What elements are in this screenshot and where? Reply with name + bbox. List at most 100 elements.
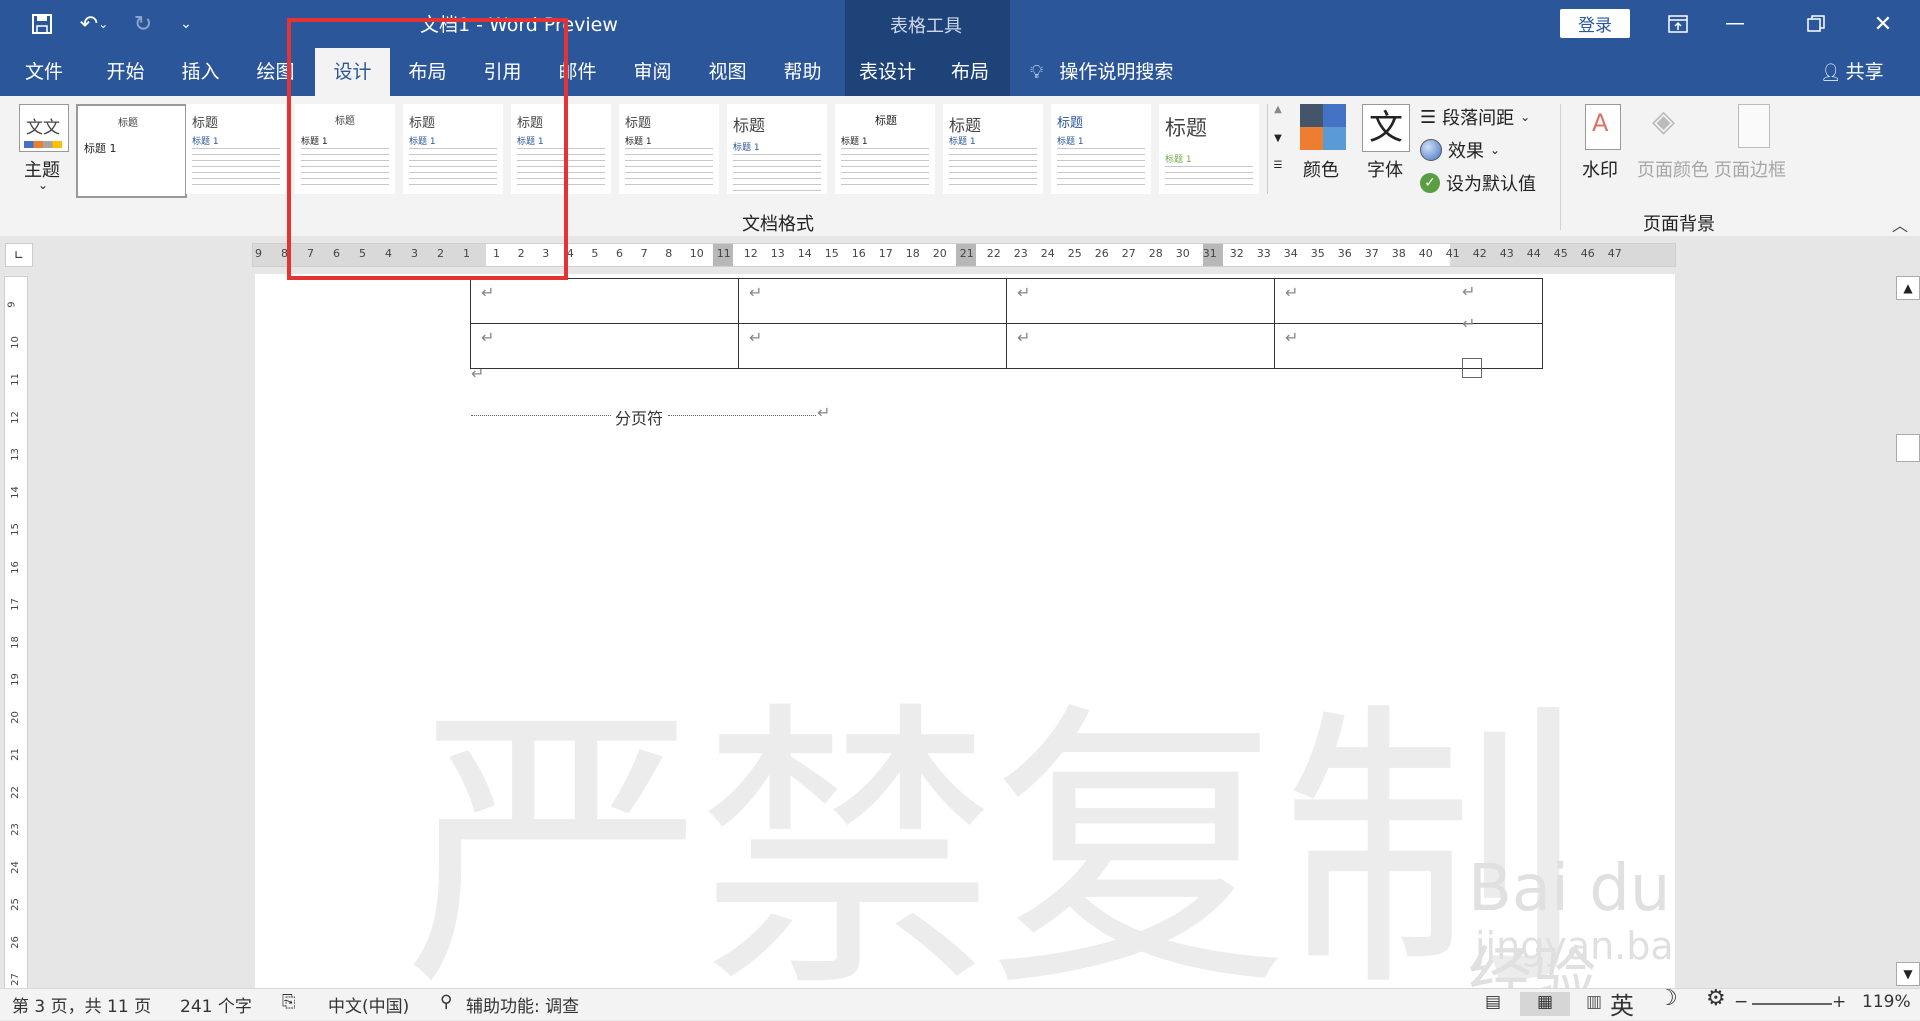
ruler-number: 10 (9, 335, 21, 349)
ime-indicator[interactable]: 英 (1610, 986, 1634, 1021)
style-set-9[interactable]: 标题 标题 1 (1051, 104, 1151, 194)
table-cell[interactable]: ↵ (1006, 278, 1275, 324)
table-cell[interactable]: ↵ (470, 278, 739, 324)
customize-icon[interactable]: ⌄ (172, 0, 200, 48)
language-indicator[interactable]: 中文(中国) (328, 992, 409, 1017)
minimize-icon[interactable] (1707, 0, 1763, 48)
tab-view[interactable]: 视图 (690, 48, 765, 96)
zoom-level[interactable]: 119% (1862, 992, 1911, 1012)
page-break-label: 分页符 (615, 409, 664, 428)
zoom-out-icon[interactable]: − (1734, 992, 1748, 1012)
tab-selector-icon[interactable]: ∟ (5, 243, 33, 267)
style-set-10[interactable]: 标题 标题 1 (1159, 104, 1259, 194)
ruler-number: 10 (689, 247, 704, 260)
colors-icon[interactable] (1300, 104, 1346, 150)
zoom-slider[interactable] (1752, 1003, 1832, 1005)
table-cell[interactable]: ↵ (738, 278, 1007, 324)
fonts-label[interactable]: 字体 (1367, 156, 1403, 182)
themes-dropdown-icon[interactable]: ⌄ (38, 178, 48, 192)
style-set-7[interactable]: 标题 标题 1 (835, 104, 935, 194)
lightbulb-icon: 💡︎ (1030, 61, 1044, 83)
style-set-sub: 标题 1 (192, 137, 219, 147)
ruler-number: 15 (824, 247, 839, 260)
read-mode-icon[interactable]: ▤ (1485, 992, 1501, 1012)
style-set-0[interactable]: 标题 标题 1 (76, 104, 187, 198)
print-layout-icon[interactable]: ▦ (1520, 992, 1570, 1016)
scroll-up-icon[interactable]: ▲ (1896, 276, 1920, 300)
zoom-in-icon[interactable]: + (1832, 992, 1846, 1012)
collapse-ribbon-icon[interactable]: ︿ (1892, 212, 1908, 236)
style-set-sub: 标题 1 (84, 142, 117, 155)
table-row: ↵ ↵ ↵ ↵ (470, 323, 1543, 369)
watermark-icon[interactable]: A (1585, 104, 1621, 150)
gear-icon[interactable]: ⚙ (1706, 986, 1726, 1011)
tab-help[interactable]: 帮助 (765, 48, 840, 96)
tab-file[interactable]: 文件 (0, 48, 88, 96)
fonts-icon[interactable]: 文 (1362, 104, 1410, 152)
proofing-icon[interactable]: ⎘ (282, 992, 296, 1012)
colors-label[interactable]: 颜色 (1303, 156, 1339, 182)
restore-icon[interactable] (1788, 0, 1844, 48)
paragraph-spacing-button[interactable]: ☰ 段落间距 ⌄ (1420, 104, 1530, 130)
table-cell[interactable]: ↵ (1006, 323, 1275, 369)
effects-button[interactable]: 效果 ⌄ (1420, 137, 1500, 163)
set-as-default-button[interactable]: ✓ 设为默认值 (1420, 170, 1536, 196)
gallery-down-icon[interactable]: ▼ (1268, 133, 1288, 144)
table-resize-handle[interactable] (1462, 358, 1482, 378)
document-page[interactable]: 严禁复制 Bai du 经验 jingyan.baidu.com ↵ ↵ ↵ ↵… (255, 274, 1675, 988)
table-cell[interactable]: ↵ (738, 323, 1007, 369)
style-set-6[interactable]: 标题 标题 1 (727, 104, 827, 194)
style-set-preview (1057, 148, 1145, 188)
watermark-label[interactable]: 水印 (1582, 156, 1618, 182)
ruler-number: 5 (591, 247, 599, 260)
moon-icon[interactable]: ☽ (1658, 986, 1678, 1011)
tab-review[interactable]: 审阅 (615, 48, 690, 96)
table-cell[interactable]: ↵ (470, 323, 739, 369)
style-set-8[interactable]: 标题 标题 1 (943, 104, 1043, 194)
login-button[interactable]: 登录 (1560, 9, 1630, 38)
document-table[interactable]: ↵ ↵ ↵ ↵ ↵ ↵ ↵ ↵ (470, 278, 1543, 369)
page-break[interactable]: 分页符 ↵ (471, 403, 831, 428)
web-layout-icon[interactable]: ▥ (1586, 992, 1602, 1012)
tell-me-search[interactable]: 💡︎ 操作说明搜索 (1030, 48, 1173, 96)
ruler-number: 23 (9, 823, 21, 836)
style-set-sub: 标题 1 (949, 137, 976, 147)
table-cell[interactable]: ↵ (1274, 323, 1543, 369)
save-icon[interactable] (22, 0, 62, 48)
gallery-scroll[interactable]: ▲ ▼ ☰ (1267, 104, 1288, 194)
word-count[interactable]: 241 个字 (180, 992, 252, 1017)
tab-insert[interactable]: 插入 (163, 48, 238, 96)
themes-icon[interactable]: 文文 (19, 104, 69, 152)
gallery-more-icon[interactable]: ☰ (1268, 160, 1288, 171)
style-set-head: 标题 (625, 116, 652, 131)
page-background-group-label: 页面背景 (1643, 214, 1715, 235)
tab-home[interactable]: 开始 (88, 48, 163, 96)
ruler-number: 8 (665, 247, 673, 260)
table-row: ↵ ↵ ↵ ↵ (470, 278, 1543, 324)
accessibility-status[interactable]: 辅助功能: 调查 (466, 992, 579, 1017)
style-set-head: 标题 (875, 114, 897, 127)
ruler-number: 24 (1040, 247, 1055, 260)
redo-icon[interactable]: ↻ (126, 0, 160, 48)
table-cell[interactable]: ↵ (1274, 278, 1543, 324)
style-set-head: 标题 (1165, 116, 1207, 140)
scroll-thumb[interactable] (1896, 434, 1920, 462)
effects-label: 效果 (1448, 141, 1484, 162)
vertical-ruler[interactable]: 9 10 11 12 13 14 15 16 17 18 19 20 21 22 23 24 25 26 27 (4, 276, 28, 990)
ruler-number: 13 (770, 247, 785, 260)
tab-table-design[interactable]: 表设计 (845, 48, 930, 96)
ribbon-display-icon[interactable] (1650, 0, 1706, 48)
close-icon[interactable]: ✕ (1855, 0, 1911, 48)
undo-icon[interactable]: ↶ ⌄ (70, 0, 118, 48)
share-button[interactable]: 👤︎ 共享 (1820, 48, 1884, 96)
tab-table-layout[interactable]: 布局 (930, 48, 1010, 96)
style-set-1[interactable]: 标题 标题 1 (186, 104, 286, 194)
ruler-number: 17 (9, 598, 21, 611)
page-count[interactable]: 第 3 页，共 11 页 (12, 992, 151, 1017)
gallery-up-icon[interactable]: ▲ (1268, 104, 1288, 115)
set-as-default-label: 设为默认值 (1446, 174, 1536, 195)
style-set-5[interactable]: 标题 标题 1 (619, 104, 719, 194)
ruler-number: 17 (878, 247, 893, 260)
vertical-scrollbar[interactable] (1895, 274, 1920, 988)
scroll-down-icon[interactable]: ▼ (1896, 962, 1920, 986)
